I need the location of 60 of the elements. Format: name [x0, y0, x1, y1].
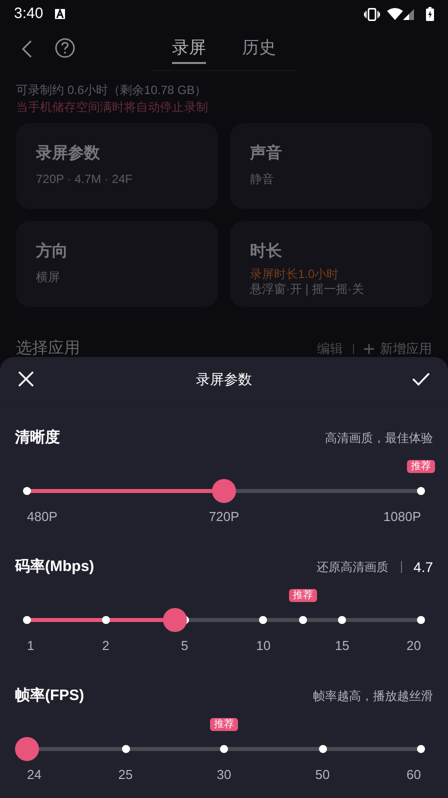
tick-label: 1080P	[383, 508, 421, 526]
sheet-title: 录屏参数	[196, 370, 252, 388]
confirm-button[interactable]	[412, 371, 430, 387]
plus-icon	[364, 344, 374, 354]
recommended-badge: 推荐	[288, 589, 317, 602]
status-time: 3:40	[14, 4, 44, 24]
tick-label: 1	[27, 637, 34, 655]
vibrate-icon	[364, 8, 380, 20]
warning-text: 当手机储存空间满时将自动停止录制	[16, 99, 209, 116]
settings-card[interactable]: 时长 录屏时长1.0小时 悬浮窗·开 | 摇一摇·关	[230, 221, 432, 307]
tick-label: 30	[216, 766, 232, 784]
help-icon[interactable]	[55, 38, 75, 58]
slider-thumb[interactable]	[212, 479, 236, 503]
back-icon	[22, 40, 32, 58]
card-title: 录屏参数	[36, 143, 101, 164]
card-title: 时长	[250, 242, 283, 262]
tick-label: 25	[118, 766, 133, 784]
settings-card[interactable]: 声音 静音	[230, 123, 432, 209]
tick-label: 480P	[27, 508, 58, 526]
edit-link[interactable]: 编辑	[317, 339, 343, 359]
card-subtitle: 静音	[250, 172, 275, 187]
tick-label: 720P	[208, 508, 240, 526]
setting-hint: 高清画质，最佳体验	[325, 430, 433, 447]
card-title: 声音	[250, 143, 283, 164]
card-title: 方向	[36, 241, 69, 262]
card-subtitle: 720P · 4.7M · 24F	[36, 172, 134, 187]
setting-value: 4.7	[414, 558, 433, 576]
slider-thumb[interactable]	[15, 737, 39, 761]
recommended-badge: 推荐	[407, 460, 435, 473]
close-icon	[18, 371, 34, 387]
tick-label: 50	[315, 766, 330, 784]
setting-label: 码率(Mbps)	[15, 556, 94, 577]
add-app-button[interactable]: 新增应用	[364, 339, 432, 359]
card-subtitle: 横屏	[36, 270, 61, 285]
notification-icon	[55, 9, 66, 19]
tick-label: 60	[406, 766, 421, 784]
tick-label: 15	[334, 637, 350, 655]
tick-label: 20	[406, 637, 421, 655]
setting-hint: 帧率越高，播放越丝滑	[313, 688, 433, 705]
recommended-badge: 推荐	[210, 718, 238, 731]
slider-thumb[interactable]	[162, 608, 187, 632]
tab[interactable]: 历史	[242, 30, 276, 64]
setting-label: 帧率(FPS)	[15, 686, 84, 706]
signal-icon	[403, 8, 414, 20]
capacity-text: 可录制约 0.6小时（剩余10.78 GB）	[16, 82, 208, 99]
tick-label: 10	[256, 637, 271, 655]
section-title: 选择应用	[16, 338, 80, 359]
setting-hint: 还原高清画质	[316, 559, 389, 576]
card-subtitle: 录屏时长1.0小时	[250, 267, 340, 282]
tick-label: 24	[27, 766, 42, 784]
tick-label: 2	[102, 637, 110, 655]
card-subtitle: 悬浮窗·开 | 摇一摇·关	[250, 282, 365, 297]
close-button[interactable]	[18, 370, 36, 388]
checkmark-icon	[412, 372, 430, 386]
tick-label: 5	[180, 637, 188, 655]
setting-label: 清晰度	[15, 428, 60, 448]
battery-charging-icon	[426, 7, 434, 21]
tab[interactable]: 录屏	[172, 30, 206, 64]
settings-card[interactable]: 方向 横屏	[16, 221, 218, 307]
settings-card[interactable]: 录屏参数 720P · 4.7M · 24F	[16, 123, 218, 209]
